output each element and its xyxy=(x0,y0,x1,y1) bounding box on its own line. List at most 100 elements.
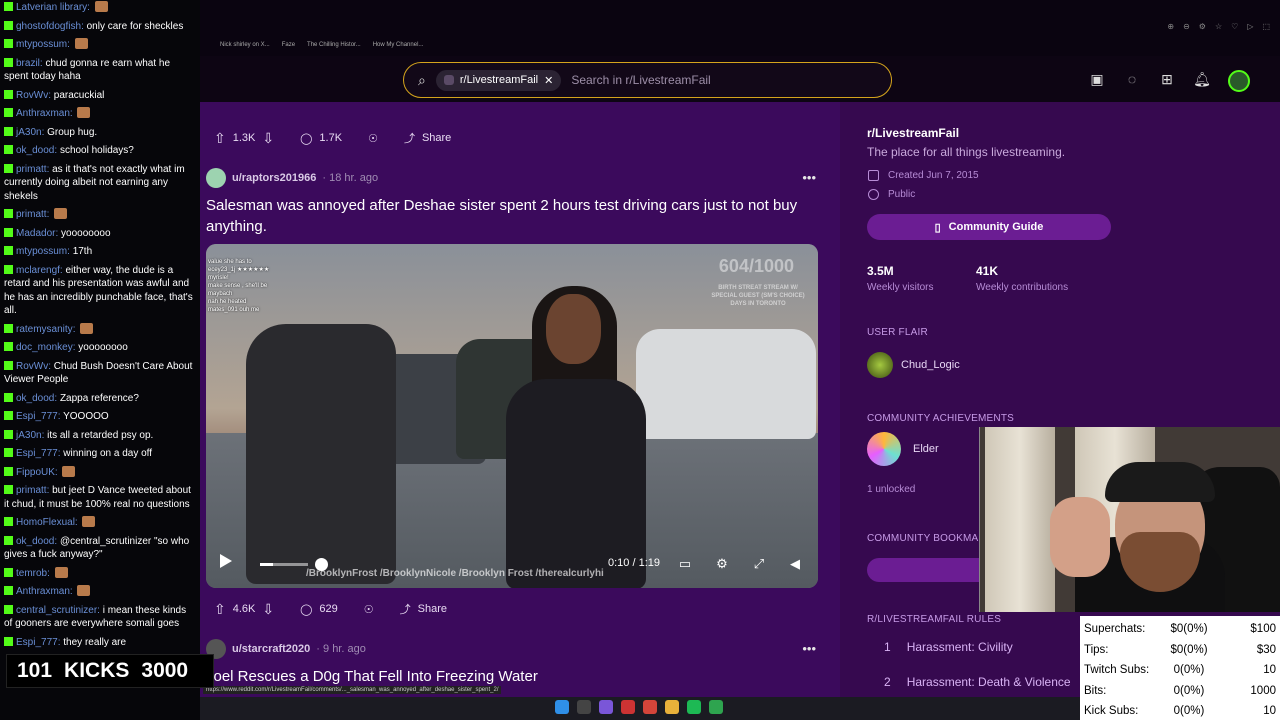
play-icon[interactable]: ▷ xyxy=(1247,22,1253,31)
rule-item[interactable]: 2 Harassment: Death & Violence xyxy=(884,675,1071,689)
zoom-out-icon[interactable]: ⊖ xyxy=(1183,22,1190,31)
discord-icon[interactable] xyxy=(599,700,613,714)
chat-username[interactable]: Madador xyxy=(16,228,55,239)
chat-username[interactable]: primatt xyxy=(16,164,47,175)
chat-username[interactable]: ok_dood xyxy=(16,145,54,156)
user-flair[interactable]: Chud_Logic xyxy=(867,352,960,378)
gear-icon[interactable]: ⚙ xyxy=(713,555,731,573)
chat-username[interactable]: primatt xyxy=(16,485,47,496)
chat-username[interactable]: mtypossum xyxy=(16,39,67,50)
downvote-icon[interactable]: ⇩ xyxy=(262,601,274,618)
fullscreen-icon[interactable]: ⤢ xyxy=(750,555,768,573)
chat-username[interactable]: RovWv xyxy=(16,361,48,372)
more-options-icon[interactable]: ••• xyxy=(802,641,816,656)
author-avatar[interactable] xyxy=(206,168,226,188)
bookmarks-bar: Nick shirley on X... Faze The Chilling H… xyxy=(200,38,1280,52)
subreddit-filter-chip[interactable]: r/LivestreamFail ✕ xyxy=(435,69,562,91)
bookmark-item[interactable]: Faze xyxy=(282,42,295,48)
chat-username[interactable]: doc_monkey xyxy=(16,342,73,353)
zoom-icon[interactable]: ⊕ xyxy=(1167,22,1174,31)
header-actions: ▣ ◌ ⊞ 🔔︎ xyxy=(1088,70,1250,92)
stat-value: 0(0%) xyxy=(1173,664,1205,677)
achievement-item[interactable]: Elder xyxy=(867,432,939,466)
chat-username[interactable]: primatt xyxy=(16,209,47,220)
downvote-icon[interactable]: ⇩ xyxy=(262,130,274,147)
award-button[interactable]: ☉ xyxy=(356,596,382,622)
bookmark-item[interactable]: Nick shirley on X... xyxy=(220,42,270,48)
post-title[interactable]: Salesman was annoyed after Deshae sister… xyxy=(206,195,818,237)
chat-username[interactable]: ghostofdogfish xyxy=(16,21,81,32)
chat-username[interactable]: Espi_777 xyxy=(16,637,58,648)
search-bar[interactable]: ⌕ r/LivestreamFail ✕ Search in r/Livestr… xyxy=(403,62,892,98)
chat-username[interactable]: Anthraxman xyxy=(16,586,70,597)
stream-chat: Latverian library: ghostofdogfish: only … xyxy=(0,0,200,720)
chat-username[interactable]: jA30n xyxy=(16,127,42,138)
chat-username[interactable]: mclarengf xyxy=(16,265,60,276)
chat-username[interactable]: mtypossum xyxy=(16,246,67,257)
seek-bar[interactable] xyxy=(260,558,329,571)
chat-username[interactable]: HomoFlexual xyxy=(16,517,75,528)
spotify-icon[interactable] xyxy=(687,700,701,714)
captions-icon[interactable]: ▭ xyxy=(676,555,694,573)
chat-username[interactable]: Espi_777 xyxy=(16,448,58,459)
author-name[interactable]: u/starcraft2020 xyxy=(232,643,310,655)
kick-badge-icon xyxy=(4,108,13,117)
chat-icon[interactable]: ◌ xyxy=(1123,70,1141,88)
star-icon[interactable]: ☆ xyxy=(1215,22,1222,31)
upvote-icon[interactable]: ⇧ xyxy=(214,601,226,618)
comments-button[interactable]: ◯ 1.7K xyxy=(292,125,350,151)
chat-username[interactable]: Anthraxman xyxy=(16,108,70,119)
community-name[interactable]: r/LivestreamFail xyxy=(867,126,959,140)
heart-icon[interactable]: ♡ xyxy=(1231,22,1238,31)
upvote-icon[interactable]: ⇧ xyxy=(214,130,226,147)
chat-username[interactable]: temrob xyxy=(16,568,47,579)
folder-icon[interactable] xyxy=(665,700,679,714)
chat-username[interactable]: Latverian library xyxy=(16,2,87,13)
bookmark-item[interactable]: How My Channel... xyxy=(373,42,424,48)
share-button[interactable]: ⤴ Share xyxy=(392,596,455,622)
search-input[interactable]: Search in r/LivestreamFail xyxy=(571,73,710,87)
author-name[interactable]: u/raptors201966 xyxy=(232,172,316,184)
chat-username[interactable]: central_scrutinizer xyxy=(16,605,97,616)
app-icon[interactable] xyxy=(621,700,635,714)
chrome-icon[interactable] xyxy=(643,700,657,714)
create-post-icon[interactable]: ⊞ xyxy=(1158,70,1176,88)
community-guide-button[interactable]: ▯ Community Guide xyxy=(867,214,1111,240)
comments-button[interactable]: ◯ 629 xyxy=(292,596,346,622)
rule-item[interactable]: 1 Harassment: Civility xyxy=(884,640,1013,654)
chat-username[interactable]: Espi_777 xyxy=(16,411,58,422)
app-icon[interactable] xyxy=(709,700,723,714)
puzzle-icon[interactable]: ⬚ xyxy=(1262,22,1270,31)
chat-message: RovWv: paracuckial xyxy=(4,89,196,103)
achievement-badge-icon xyxy=(867,432,901,466)
video-controls: 0:10 / 1:19 ▭ ⚙ ⤢ ◀ xyxy=(206,542,818,588)
chat-username[interactable]: RovWv xyxy=(16,90,48,101)
achievements-unlocked[interactable]: 1 unlocked xyxy=(867,484,915,495)
ad-icon[interactable]: ▣ xyxy=(1088,70,1106,88)
chat-username[interactable]: ratemysanity xyxy=(16,324,73,335)
more-options-icon[interactable]: ••• xyxy=(802,170,816,185)
video-player[interactable]: value she has to ecey23_1j ★★★★★★ myrisle!… xyxy=(206,244,818,588)
chat-username[interactable]: ok_dood xyxy=(16,536,54,547)
chat-username[interactable]: brazil xyxy=(16,58,40,69)
settings-icon[interactable]: ⚙ xyxy=(1199,22,1206,31)
chat-message: ok_dood: @central_scrutinizer "so who gi… xyxy=(4,535,190,560)
close-icon[interactable]: ✕ xyxy=(544,74,553,87)
search-icon[interactable] xyxy=(577,700,591,714)
play-icon[interactable] xyxy=(220,554,232,568)
chat-message: mclarengf: either way, the dude is a ret… xyxy=(4,264,193,316)
volume-icon[interactable]: ◀ xyxy=(786,555,804,573)
post-title[interactable]: Joel Rescues a D0g That Fell Into Freezi… xyxy=(206,666,818,687)
notification-bell-icon[interactable]: 🔔︎ xyxy=(1193,70,1211,88)
chat-message: Anthraxman: xyxy=(4,107,196,121)
chat-username[interactable]: FippoUK xyxy=(16,467,55,478)
emote-icon xyxy=(54,566,68,578)
chat-username[interactable]: ok_dood xyxy=(16,393,54,404)
windows-start-icon[interactable] xyxy=(555,700,569,714)
seek-handle[interactable] xyxy=(315,558,329,571)
bookmark-item[interactable]: The Chilling Histor... xyxy=(307,42,361,48)
chat-username[interactable]: jA30n xyxy=(16,430,42,441)
avatar[interactable] xyxy=(1228,70,1250,92)
share-button[interactable]: ⤴ Share xyxy=(396,125,459,151)
award-button[interactable]: ☉ xyxy=(360,125,386,151)
